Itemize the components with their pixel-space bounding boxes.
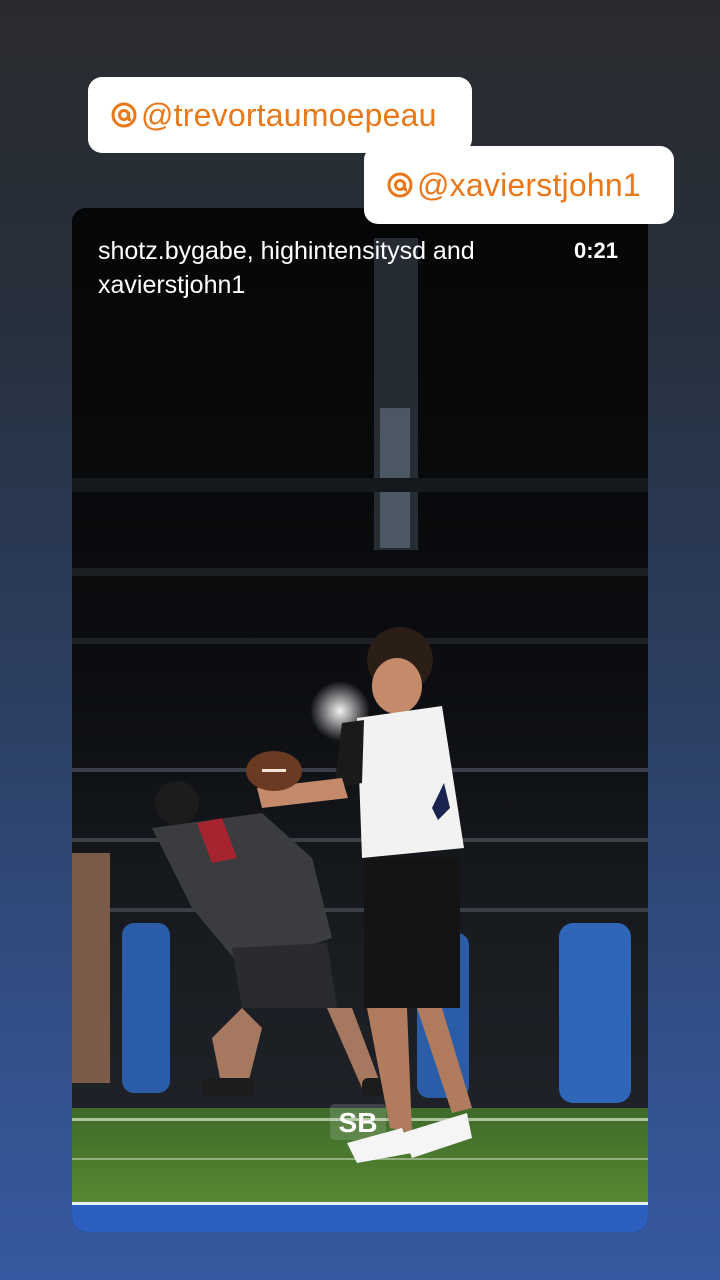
post-authors: shotz.bygabe, highintensitysd and xavier… [98, 237, 475, 299]
post-video-frame: SB [72, 208, 648, 1232]
threads-icon [387, 172, 413, 198]
mention-handle: @xavierstjohn1 [417, 166, 641, 203]
post-header: shotz.bygabe, highintensitysd and xavier… [98, 234, 618, 302]
mention-sticker-trevortaumoepeau[interactable]: @trevortaumoepeau [88, 77, 472, 153]
mention-sticker-xavierstjohn1[interactable]: @xavierstjohn1 [364, 146, 674, 224]
mention-handle: @trevortaumoepeau [141, 96, 437, 133]
sb-watermark-logo: SB [330, 1104, 386, 1140]
threads-icon [111, 102, 137, 128]
svg-text:SB: SB [339, 1107, 378, 1138]
shared-post-card[interactable]: SB shotz.bygabe, highintensitysd and xav… [72, 208, 648, 1232]
video-duration: 0:21 [573, 238, 618, 263]
